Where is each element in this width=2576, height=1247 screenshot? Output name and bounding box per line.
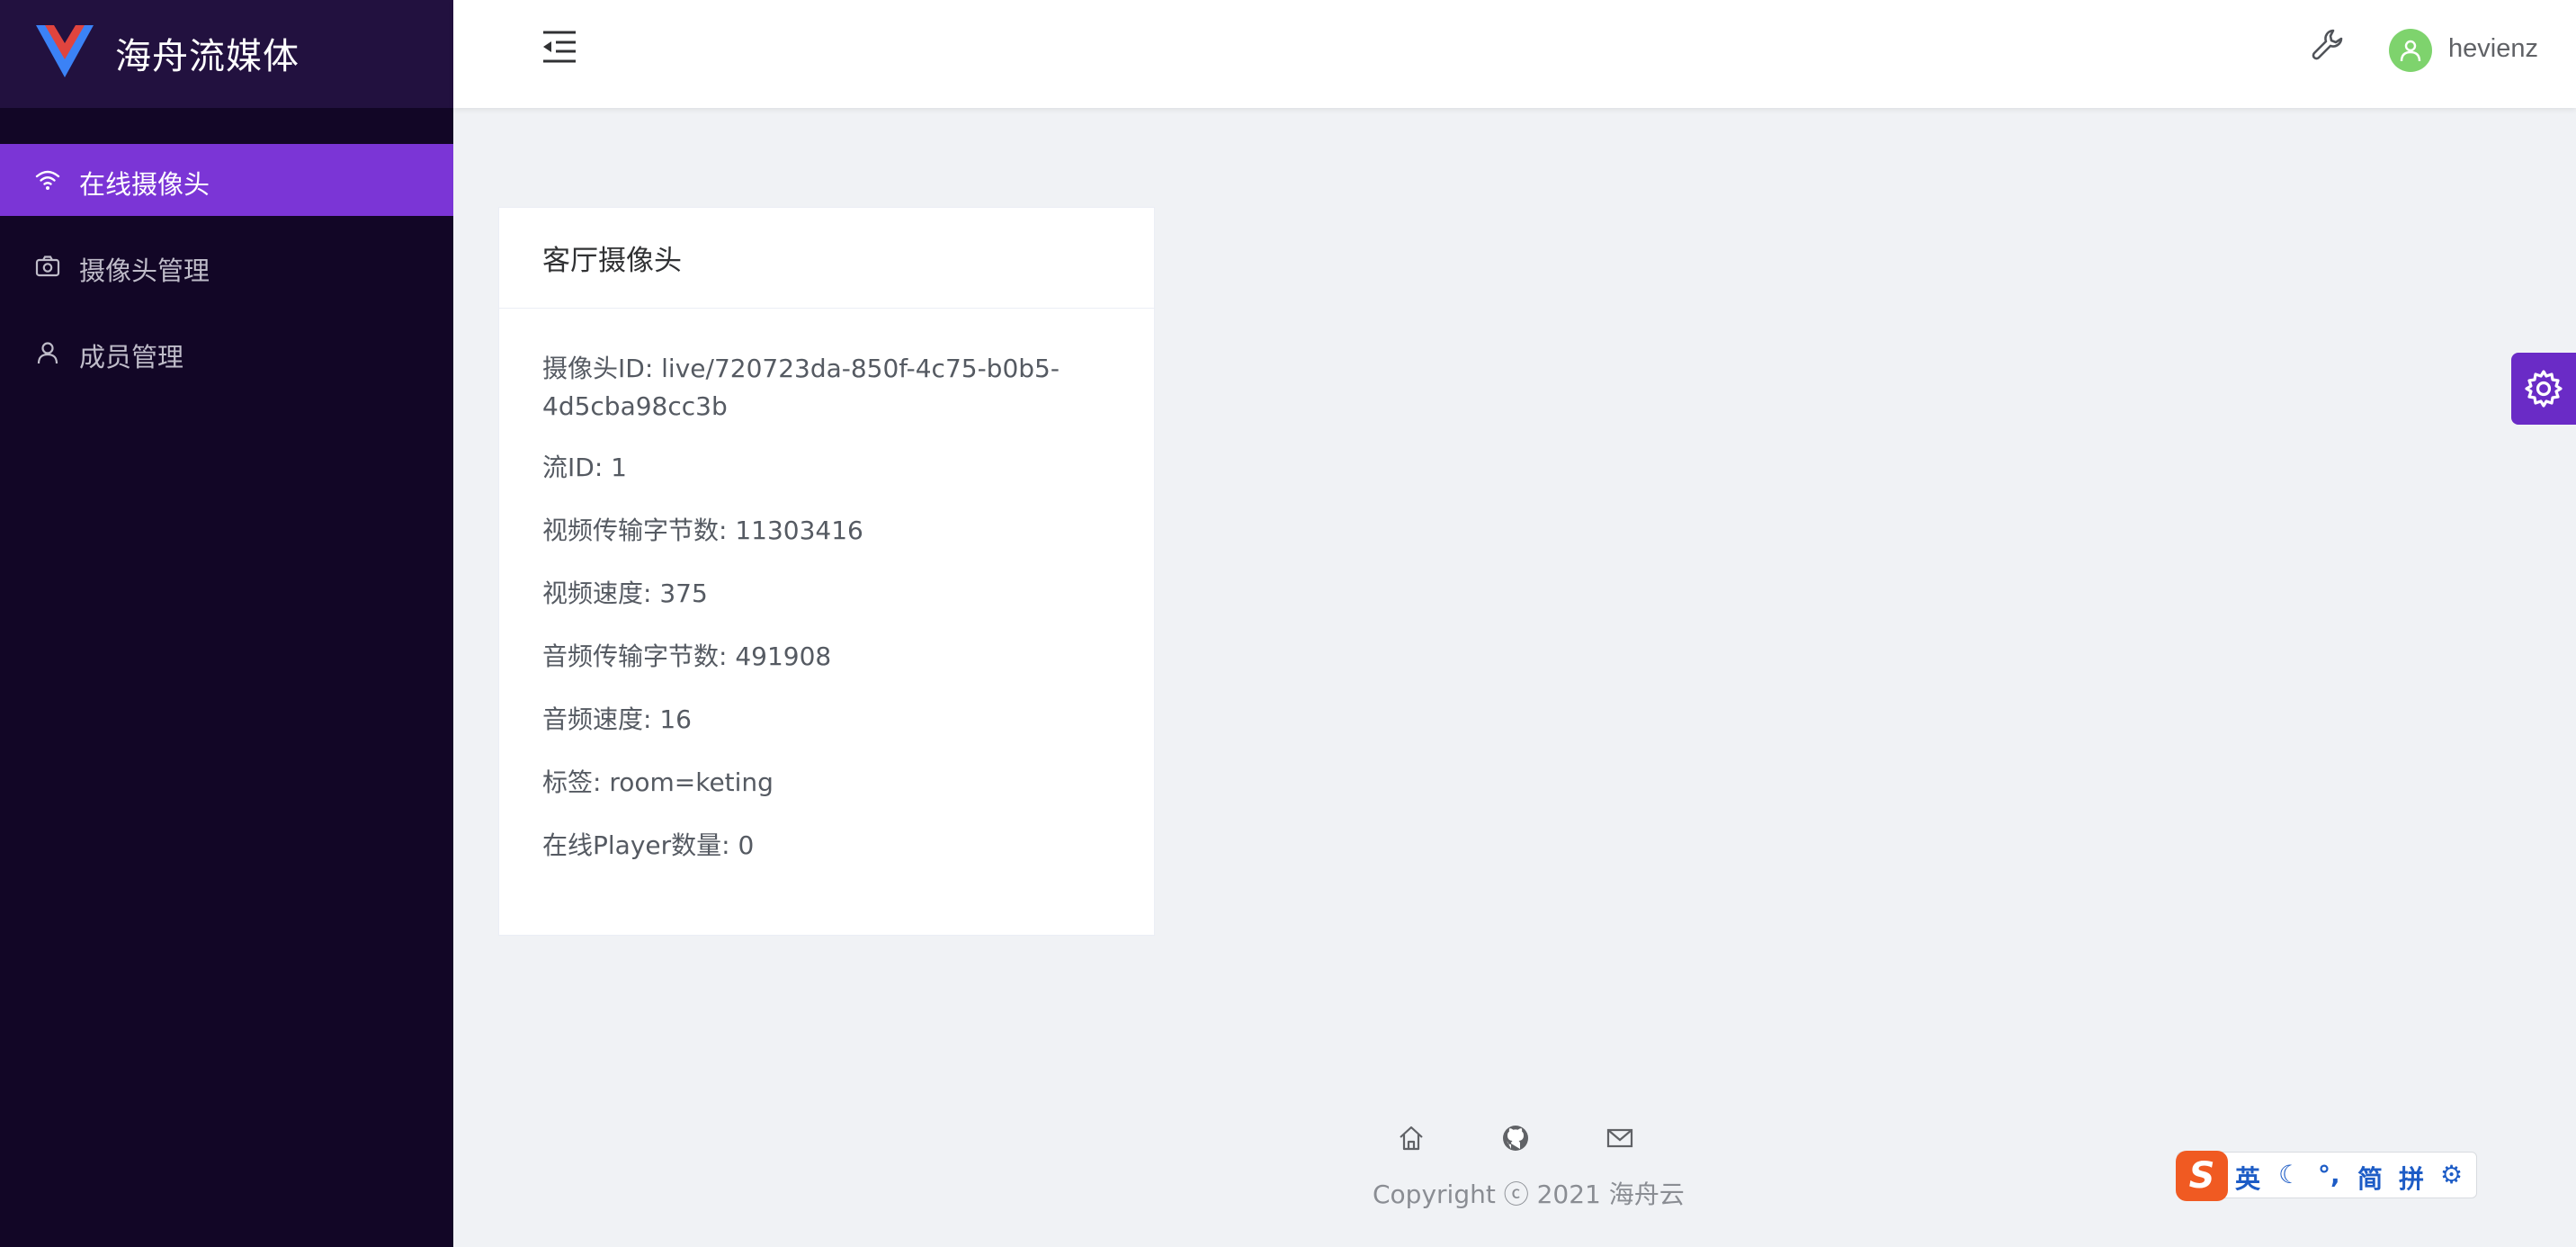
menu-fold-icon[interactable] bbox=[540, 27, 579, 67]
username[interactable]: hevienz bbox=[2448, 34, 2538, 64]
ime-punctuation-toggle[interactable]: °, bbox=[2318, 1160, 2340, 1189]
copyright-text: Copyright ⓒ 2021 海舟云 bbox=[1373, 1180, 1685, 1209]
camera-icon bbox=[35, 256, 60, 277]
app-title: 海舟流媒体 bbox=[115, 36, 300, 77]
footer-links bbox=[1394, 1123, 1646, 1155]
ime-toolbar: S 英 ☾ °, 简 拼 ⚙ bbox=[2176, 1151, 2477, 1201]
wifi-icon bbox=[35, 170, 60, 190]
sogou-logo-icon[interactable]: S bbox=[2176, 1151, 2228, 1201]
user-icon bbox=[37, 342, 58, 364]
sidebar-item-member-management[interactable]: 成员管理 bbox=[0, 317, 453, 389]
ime-settings-icon[interactable]: ⚙ bbox=[2440, 1160, 2463, 1189]
audio-bytes-field: 音频传输字节数: 491908 bbox=[542, 641, 832, 671]
ime-pinyin-toggle[interactable]: 拼 bbox=[2399, 1160, 2424, 1196]
tags-field: 标签: room=keting bbox=[542, 767, 774, 797]
home-icon[interactable] bbox=[1396, 1123, 1427, 1153]
vue-logo-icon bbox=[36, 25, 94, 77]
wrench-icon[interactable] bbox=[2310, 27, 2346, 63]
video-bytes-field: 视频传输字节数: 11303416 bbox=[542, 516, 863, 545]
github-icon[interactable] bbox=[1500, 1123, 1531, 1153]
ime-english-toggle[interactable]: 英 bbox=[2235, 1160, 2260, 1196]
video-speed-field: 视频速度: 375 bbox=[542, 579, 708, 608]
sidebar-item-label: 摄像头管理 bbox=[79, 256, 210, 286]
online-player-count-field: 在线Player数量: 0 bbox=[542, 830, 755, 860]
gear-icon bbox=[2525, 370, 2563, 408]
settings-float-button[interactable] bbox=[2511, 353, 2576, 425]
sidebar-item-label: 在线摄像头 bbox=[79, 169, 210, 200]
ime-moon-icon[interactable]: ☾ bbox=[2278, 1160, 2301, 1189]
camera-id-field: 摄像头ID: live/720723da-850f-4c75-b0b5-4d5c… bbox=[542, 354, 1060, 421]
top-header: hevienz bbox=[453, 0, 2576, 108]
card-title: 客厅摄像头 bbox=[542, 245, 682, 277]
sidebar-item-online-cameras[interactable]: 在线摄像头 bbox=[0, 144, 453, 216]
camera-card: 客厅摄像头 摄像头ID: live/720723da-850f-4c75-b0b… bbox=[498, 207, 1155, 936]
sidebar-item-label: 成员管理 bbox=[79, 342, 184, 372]
brand: 海舟流媒体 bbox=[0, 0, 453, 108]
sidebar-item-camera-management[interactable]: 摄像头管理 bbox=[0, 230, 453, 302]
user-avatar-icon[interactable] bbox=[2389, 29, 2432, 72]
ime-simplified-toggle[interactable]: 简 bbox=[2357, 1160, 2383, 1196]
sidebar-menu: 在线摄像头 摄像头管理 成员管理 bbox=[0, 144, 453, 403]
card-header: 客厅摄像头 bbox=[499, 208, 1154, 309]
stream-id-field: 流ID: 1 bbox=[542, 453, 627, 482]
mail-icon[interactable] bbox=[1605, 1123, 1635, 1153]
audio-speed-field: 音频速度: 16 bbox=[542, 704, 692, 734]
sidebar: 海舟流媒体 在线摄像头 摄像头管理 成员管理 bbox=[0, 0, 453, 1247]
user-avatar-glyph-icon bbox=[2400, 40, 2421, 62]
